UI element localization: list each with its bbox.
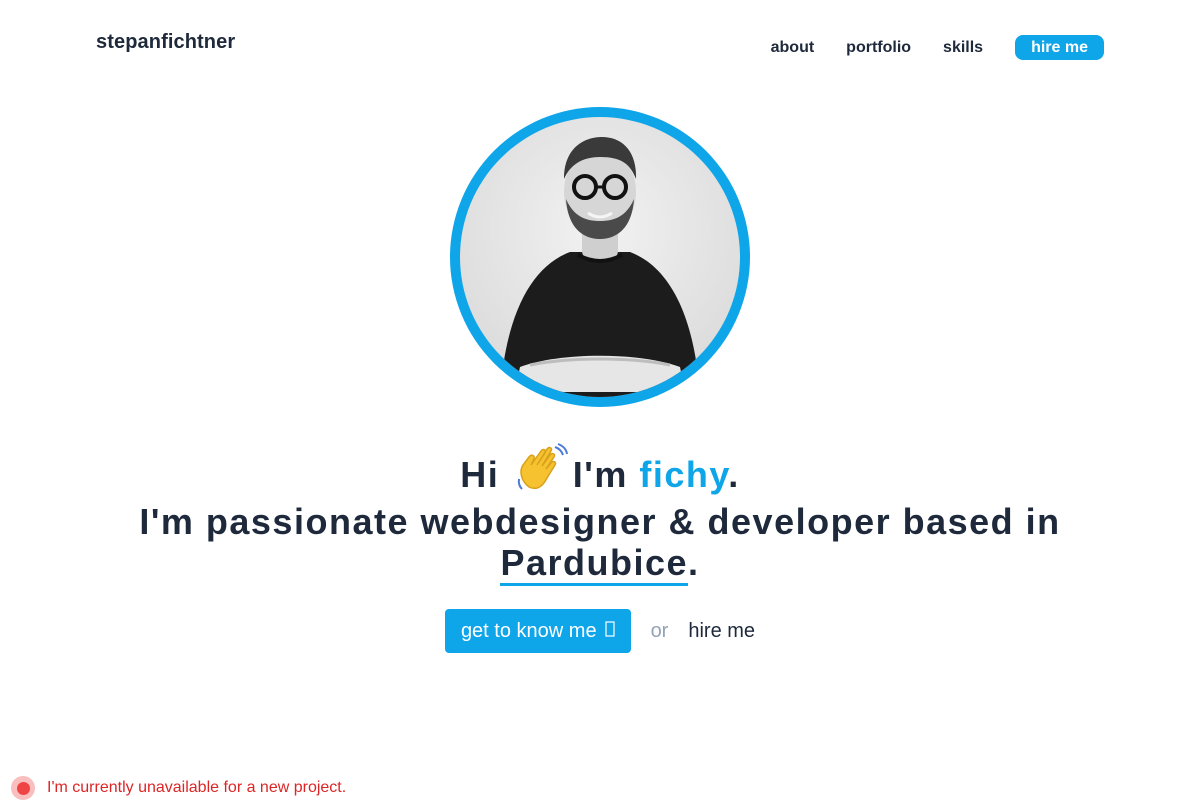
logo-link[interactable]: stepanfichtner (96, 31, 235, 54)
hero-headline: Hi I'm fichy. I'm passionate webdesigner… (0, 443, 1200, 586)
avatar (460, 117, 740, 397)
nav-portfolio[interactable]: portfolio (846, 39, 911, 57)
page: stepanfichtner about portfolio skills hi… (0, 0, 1200, 800)
city-period: . (688, 542, 700, 583)
status-text: I'm currently unavailable for a new proj… (47, 779, 347, 796)
or-text: or (650, 619, 669, 642)
waving-hand-icon (515, 443, 569, 501)
get-to-know-me-button[interactable]: get to know me (444, 609, 631, 653)
hero-tagline: I'm passionate webdesigner & developer b… (139, 501, 1061, 542)
nav-hire-me-button[interactable]: hire me (1015, 35, 1104, 60)
status-indicator-icon (11, 776, 35, 800)
name-period: . (728, 454, 740, 495)
greeting-hi: Hi (460, 454, 500, 495)
hire-me-link[interactable]: hire me (688, 620, 755, 643)
nav-skills[interactable]: skills (943, 39, 983, 57)
greeting-im: I'm (572, 454, 628, 495)
avatar-ring (450, 107, 750, 407)
nav-about[interactable]: about (771, 39, 815, 57)
city-link[interactable]: Pardubice (500, 542, 689, 586)
arrow-down-icon (604, 609, 615, 653)
get-to-know-me-label: get to know me (460, 620, 597, 642)
hero-name: fichy (639, 454, 729, 495)
main-nav: about portfolio skills hire me (771, 35, 1104, 60)
availability-status: I'm currently unavailable for a new proj… (11, 776, 346, 800)
cta-group: get to know me or hire me (0, 609, 1200, 653)
